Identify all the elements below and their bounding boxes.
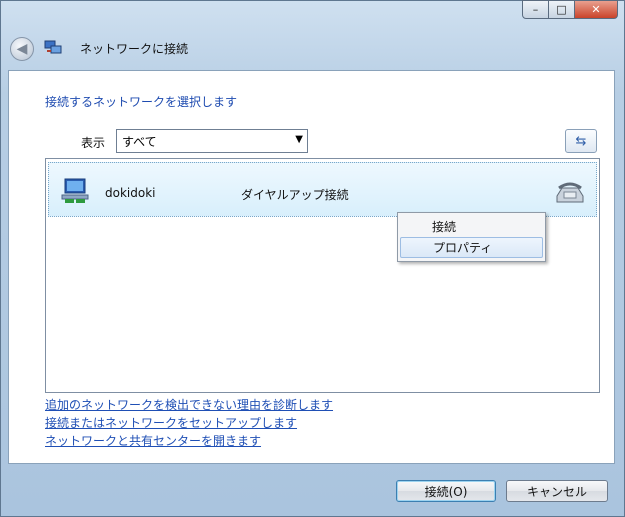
network-list[interactable]: dokidoki ダイヤルアップ接続 [45,158,600,393]
network-center-link[interactable]: ネットワークと共有センターを開きます [45,432,261,449]
show-filter-dropdown[interactable]: すべて ▼ [116,129,308,153]
network-row[interactable]: dokidoki ダイヤルアップ接続 [48,162,597,217]
phone-icon [556,182,584,203]
show-label: 表示 [81,136,106,150]
minimize-button[interactable]: – [522,0,549,19]
back-arrow-icon: ◀ [16,41,28,57]
maximize-button[interactable]: □ [548,0,575,19]
diagnose-link[interactable]: 追加のネットワークを検出できない理由を診断します [45,396,333,413]
close-button[interactable]: ✕ [574,0,618,19]
back-button[interactable]: ◀ [10,37,34,61]
refresh-button[interactable]: ⇆ [565,129,597,153]
network-name: dokidoki [105,186,156,200]
chevron-down-icon: ▼ [295,134,303,145]
page-heading: 接続するネットワークを選択します [45,95,238,109]
refresh-icon: ⇆ [575,133,587,149]
setup-connection-link[interactable]: 接続またはネットワークをセットアップします [45,414,297,431]
network-connection-icon [44,40,62,54]
connect-button[interactable]: 接続(O) [396,480,496,502]
show-filter-value: すべて [122,134,157,149]
network-computer-icon [61,178,89,203]
menu-item-connect[interactable]: 接続 [400,216,543,237]
cancel-button[interactable]: キャンセル [506,480,608,502]
context-menu: 接続 プロパティ [397,212,546,262]
network-type: ダイヤルアップ接続 [241,188,349,202]
menu-item-properties[interactable]: プロパティ [400,237,543,258]
window-title: ネットワークに接続 [80,42,189,56]
